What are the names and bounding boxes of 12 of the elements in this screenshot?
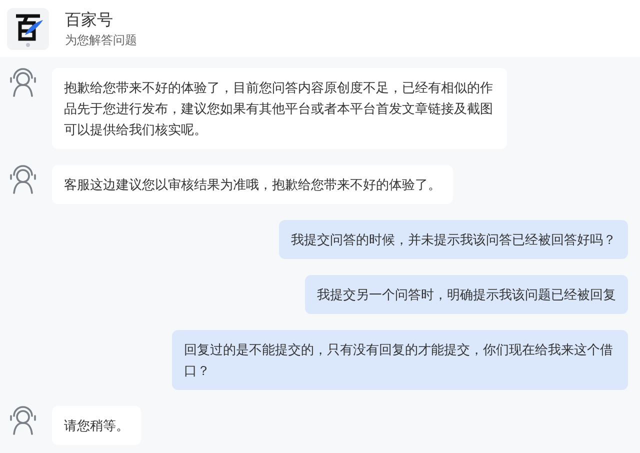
agent-avatar-icon: [8, 68, 38, 98]
agent-avatar-icon: [8, 406, 38, 436]
logo-icon: [7, 8, 49, 50]
app-subtitle: 为您解答问题: [65, 32, 137, 48]
agent-message: 请您稍等。: [52, 406, 141, 445]
app-title: 百家号: [65, 10, 114, 30]
user-message: 我提交另一个问答时，明确提示我该问题已经被回复: [305, 275, 628, 314]
agent-avatar-icon: [8, 165, 38, 195]
user-message: 回复过的是不能提交的，只有没有回复的才能提交，你们现在给我来这个借口？: [172, 330, 628, 390]
agent-message: 客服这边建议您以审核结果为准哦，抱歉给您带来不好的体验了。: [52, 165, 453, 204]
user-message: 我提交问答的时候，并未提示我该问答已经被回答好吗？: [279, 220, 628, 259]
agent-message: 抱歉给您带来不好的体验了，目前您问答内容原创度不足，已经有相似的作品先于您进行发布，建议您如果有其他平台或者本平台首发文章链接及截图可以提供给我们核实呢。: [52, 68, 507, 149]
